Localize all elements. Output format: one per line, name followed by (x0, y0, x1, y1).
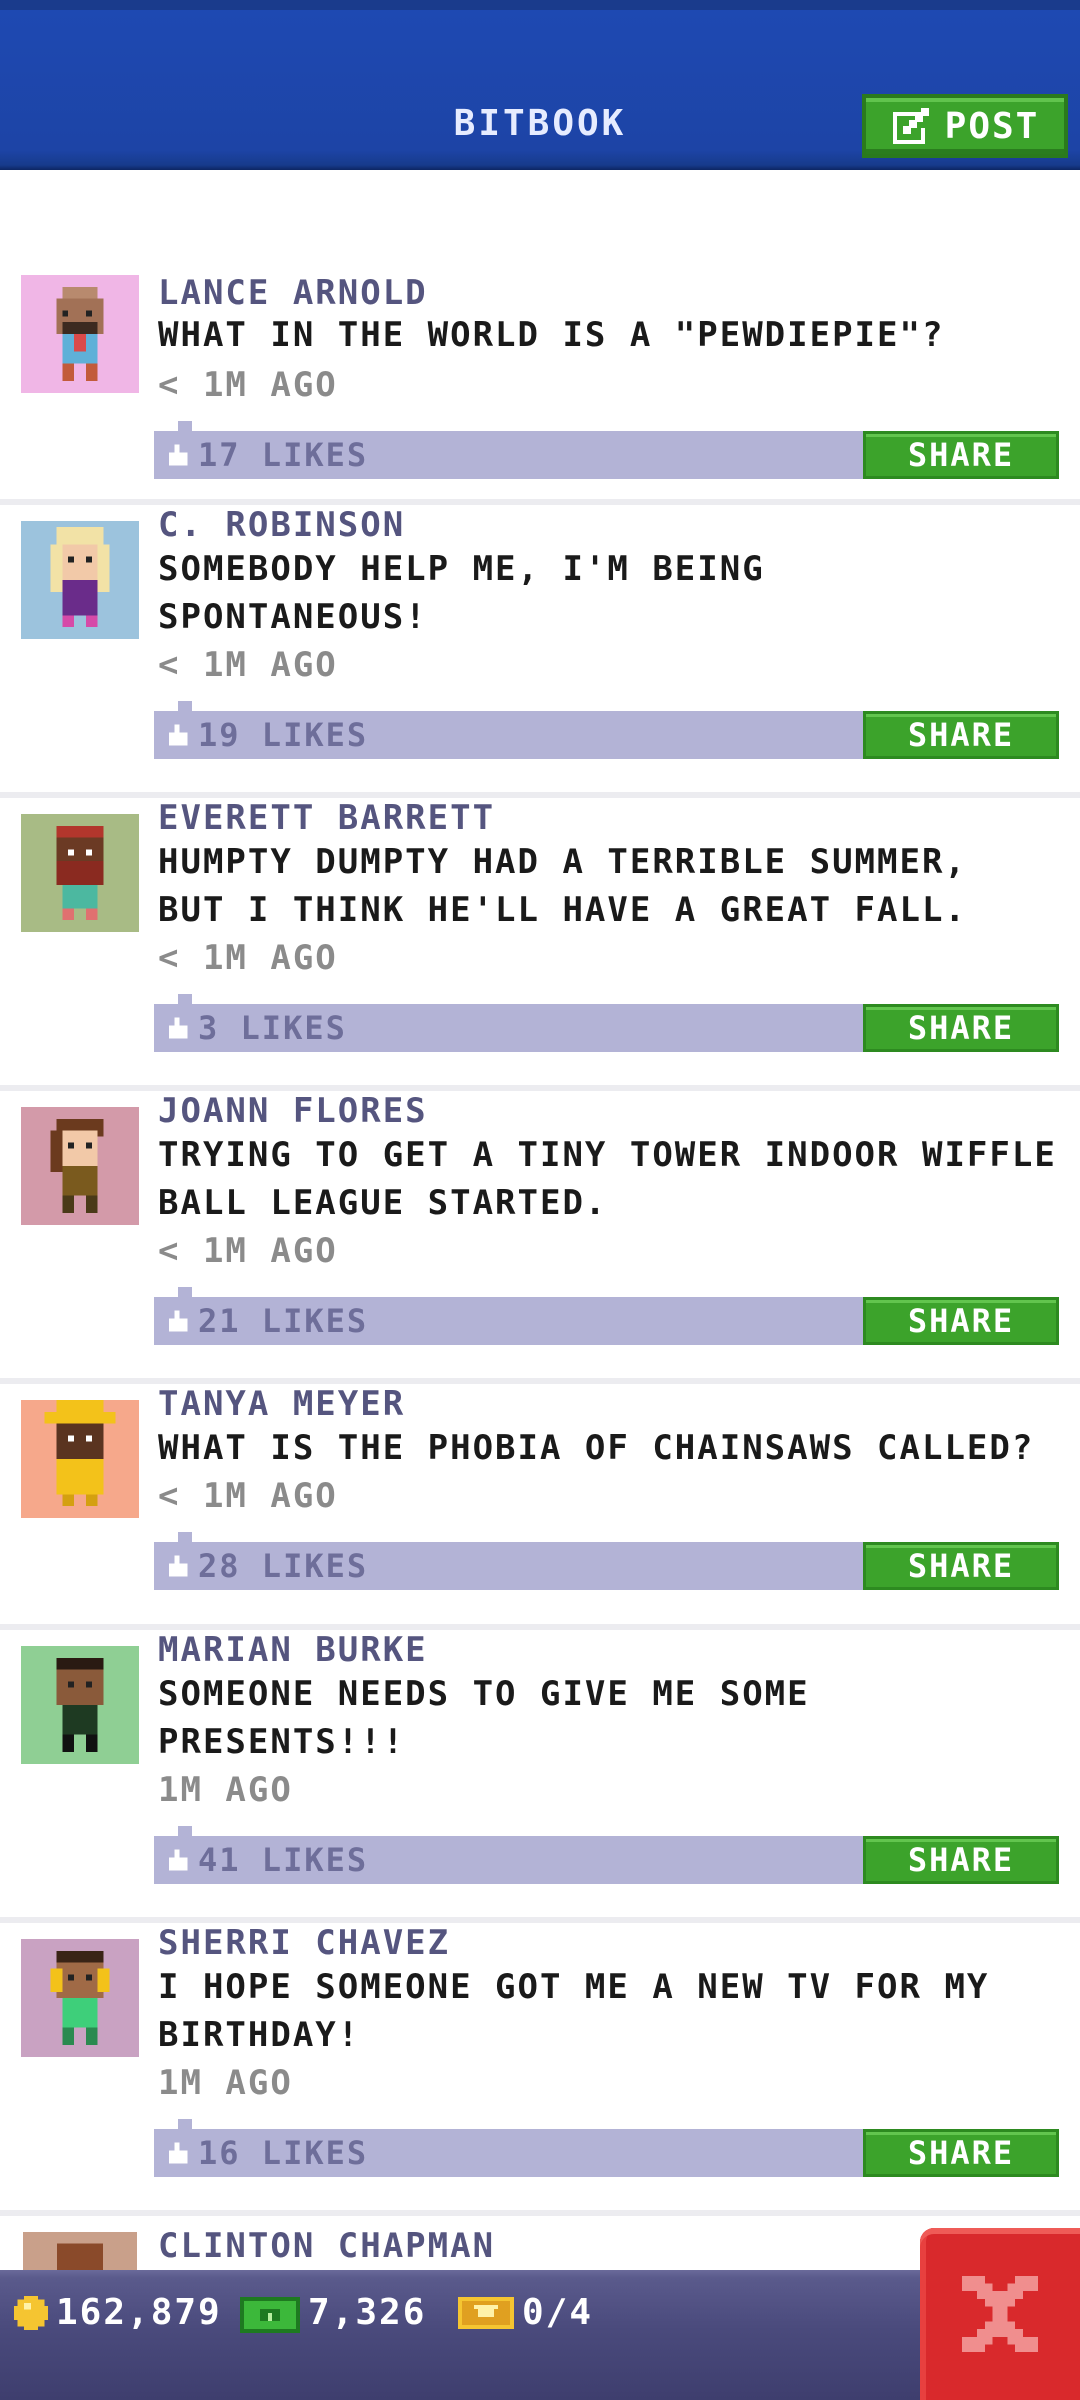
post-message: I HOPE SOMEONE GOT ME A NEW TV FOR MY BI… (158, 1967, 990, 2055)
avatar[interactable] (21, 521, 139, 639)
avatar-image (21, 814, 139, 932)
post-author[interactable]: LANCE ARNOLD (158, 273, 428, 313)
share-button[interactable]: SHARE (863, 1836, 1059, 1884)
thumb-up-icon (169, 1017, 188, 1039)
share-button[interactable]: SHARE (863, 1297, 1059, 1345)
post-button-label: POST (944, 105, 1040, 147)
post-timestamp: 1M AGO (158, 2063, 293, 2103)
feed-post: LANCE ARNOLD WHAT IN THE WORLD IS A "PEW… (0, 265, 1080, 505)
avatar[interactable] (21, 1107, 139, 1225)
likes-bar: 28 LIKES SHARE (154, 1532, 1059, 1590)
thumb-up-icon (169, 1849, 188, 1871)
post-author[interactable]: CLINTON CHAPMAN (158, 2226, 495, 2266)
likes-count: 41 LIKES (198, 1841, 369, 1879)
thumb-up-icon (169, 1310, 188, 1332)
avatar-image (22, 2232, 138, 2272)
post-message: WHAT IS THE PHOBIA OF CHAINSAWS CALLED? (158, 1428, 1035, 1468)
avatar[interactable] (21, 2232, 139, 2272)
likes-bar: 3 LIKES SHARE (154, 994, 1059, 1052)
thumb-up-icon (169, 2142, 188, 2164)
post-message: HUMPTY DUMPTY HAD A TERRIBLE SUMMER, BUT… (158, 842, 967, 930)
post-timestamp: < 1M AGO (158, 938, 338, 978)
likes-count: 16 LIKES (198, 2134, 369, 2172)
ticket-icon (458, 2296, 514, 2329)
feed-post: SHERRI CHAVEZ I HOPE SOMEONE GOT ME A NE… (0, 1923, 1080, 2216)
avatar-image (21, 1646, 139, 1764)
currency-bar: 162,879 7,326 0/4 (0, 2270, 1080, 2400)
post-timestamp: < 1M AGO (158, 365, 338, 405)
app-header: BITBOOK POST (0, 0, 1080, 170)
coins-value: 162,879 (56, 2292, 222, 2333)
avatar-image (21, 275, 139, 393)
share-button[interactable]: SHARE (863, 1542, 1059, 1590)
avatar[interactable] (21, 275, 139, 393)
cash-icon (240, 2296, 300, 2333)
post-author[interactable]: TANYA MEYER (158, 1384, 405, 1424)
avatar-image (21, 1939, 139, 2057)
close-icon (962, 2276, 1038, 2352)
avatar-image (21, 521, 139, 639)
avatar[interactable] (21, 1646, 139, 1764)
avatar[interactable] (21, 1939, 139, 2057)
like-button[interactable]: 17 LIKES (164, 431, 368, 479)
avatar[interactable] (21, 814, 139, 932)
likes-bar: 17 LIKES SHARE (154, 421, 1059, 479)
likes-count: 28 LIKES (198, 1547, 369, 1585)
thumb-up-icon (169, 724, 188, 746)
likes-bar: 16 LIKES SHARE (154, 2119, 1059, 2177)
like-button[interactable]: 19 LIKES (164, 711, 368, 759)
likes-bar: 19 LIKES SHARE (154, 701, 1059, 759)
close-button[interactable] (920, 2228, 1080, 2400)
bux-value: 7,326 (308, 2292, 427, 2333)
post-timestamp: < 1M AGO (158, 645, 338, 685)
post-button[interactable]: POST (862, 94, 1068, 158)
share-button[interactable]: SHARE (863, 711, 1059, 759)
post-author[interactable]: EVERETT BARRETT (158, 798, 495, 838)
feed-post: MARIAN BURKE SOMEONE NEEDS TO GIVE ME SO… (0, 1630, 1080, 1923)
tickets-value: 0/4 (522, 2292, 594, 2333)
avatar-image (21, 1107, 139, 1225)
avatar-image (21, 1400, 139, 1518)
share-button[interactable]: SHARE (863, 1004, 1059, 1052)
likes-bar: 21 LIKES SHARE (154, 1287, 1059, 1345)
post-author[interactable]: C. ROBINSON (158, 505, 405, 545)
like-button[interactable]: 41 LIKES (164, 1836, 368, 1884)
thumb-up-icon (169, 1555, 188, 1577)
likes-count: 17 LIKES (198, 436, 369, 474)
likes-count: 19 LIKES (198, 716, 369, 754)
coin-icon (14, 2295, 48, 2330)
coins-stat: 162,879 (14, 2292, 222, 2333)
like-button[interactable]: 16 LIKES (164, 2129, 368, 2177)
like-button[interactable]: 3 LIKES (164, 1004, 347, 1052)
feed-post: C. ROBINSON SOMEBODY HELP ME, I'M BEING … (0, 505, 1080, 798)
post-message: SOMEBODY HELP ME, I'M BEING SPONTANEOUS! (158, 549, 765, 637)
like-button[interactable]: 28 LIKES (164, 1542, 368, 1590)
share-button[interactable]: SHARE (863, 2129, 1059, 2177)
post-message: TRYING TO GET A TINY TOWER INDOOR WIFFLE… (158, 1135, 1057, 1223)
avatar[interactable] (21, 1400, 139, 1518)
likes-bar: 41 LIKES SHARE (154, 1826, 1059, 1884)
post-author[interactable]: MARIAN BURKE (158, 1630, 428, 1670)
post-timestamp: < 1M AGO (158, 1476, 338, 1516)
post-author[interactable]: JOANN FLORES (158, 1091, 428, 1131)
share-button[interactable]: SHARE (863, 431, 1059, 479)
tickets-stat: 0/4 (458, 2292, 593, 2333)
post-author[interactable]: SHERRI CHAVEZ (158, 1923, 450, 1963)
post-timestamp: < 1M AGO (158, 1231, 338, 1271)
post-timestamp: 1M AGO (158, 1770, 293, 1810)
likes-count: 21 LIKES (198, 1302, 369, 1340)
edit-icon (892, 108, 929, 144)
like-button[interactable]: 21 LIKES (164, 1297, 368, 1345)
likes-count: 3 LIKES (198, 1009, 347, 1047)
post-message: SOMEONE NEEDS TO GIVE ME SOME PRESENTS!!… (158, 1674, 810, 1762)
thumb-up-icon (169, 444, 188, 466)
feed-post: EVERETT BARRETT HUMPTY DUMPTY HAD A TERR… (0, 798, 1080, 1091)
bux-stat: 7,326 (240, 2292, 426, 2333)
feed-post: TANYA MEYER WHAT IS THE PHOBIA OF CHAINS… (0, 1384, 1080, 1630)
post-message: WHAT IN THE WORLD IS A "PEWDIEPIE"? (158, 315, 945, 355)
feed-post: JOANN FLORES TRYING TO GET A TINY TOWER … (0, 1091, 1080, 1384)
